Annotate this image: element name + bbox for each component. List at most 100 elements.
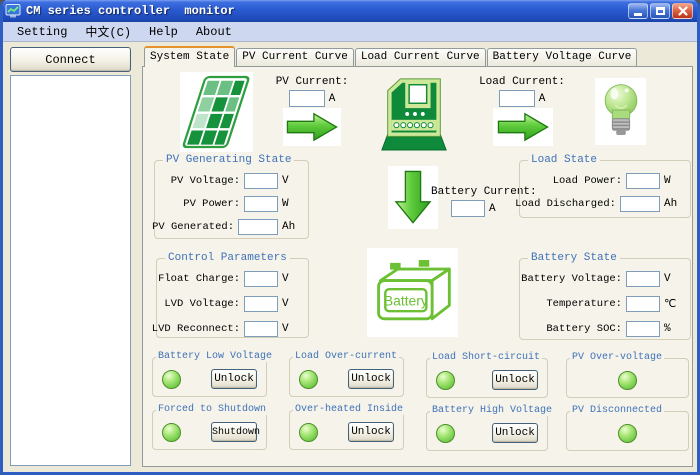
alarm-title: Battery High Voltage bbox=[430, 405, 554, 416]
app-window: CM series controller monitor Setting 中文(… bbox=[0, 0, 700, 475]
status-led-icon bbox=[162, 370, 181, 389]
minimize-button[interactable] bbox=[628, 3, 648, 19]
alarm-title: Load Over-current bbox=[293, 351, 399, 362]
content-area: Connect System State PV Current Curve Lo… bbox=[3, 42, 697, 472]
tab-label: Battery Voltage Curve bbox=[493, 51, 632, 63]
status-led-icon bbox=[436, 371, 455, 390]
window-controls bbox=[628, 3, 693, 19]
tab-control: System State PV Current Curve Load Curre… bbox=[142, 46, 693, 467]
shutdown-button[interactable]: Shutdown bbox=[211, 422, 257, 442]
status-led-icon bbox=[299, 370, 318, 389]
group-title: PV Generating State bbox=[163, 154, 294, 166]
battery-voltage-input[interactable] bbox=[626, 271, 660, 287]
tab-battery-voltage-curve[interactable]: Battery Voltage Curve bbox=[487, 48, 638, 66]
pv-current-label: PV Current: bbox=[266, 76, 358, 88]
lvd-voltage-label: LVD Voltage: bbox=[161, 298, 244, 310]
battery-icon-label: Battery bbox=[383, 292, 427, 308]
alarm-forced-to-shutdown: Forced to Shutdown Shutdown bbox=[152, 410, 267, 450]
float-charge-unit: V bbox=[278, 273, 302, 285]
tab-label: Load Current Curve bbox=[361, 51, 480, 63]
alarm-title: PV Disconnected bbox=[570, 405, 664, 416]
float-charge-input[interactable] bbox=[244, 271, 278, 287]
pv-power-input[interactable] bbox=[244, 196, 278, 212]
unlock-button[interactable]: Unlock bbox=[348, 422, 394, 442]
alarm-over-heated-inside: Over-heated Inside Unlock bbox=[289, 410, 404, 450]
status-led-icon bbox=[299, 423, 318, 442]
system-state-panel: PV Current: A bbox=[142, 66, 693, 467]
maximize-button[interactable] bbox=[650, 3, 670, 19]
battery-soc-unit: % bbox=[660, 323, 684, 335]
tab-label: PV Current Curve bbox=[242, 51, 348, 63]
group-title: Battery State bbox=[528, 252, 620, 264]
connect-button[interactable]: Connect bbox=[10, 47, 131, 72]
battery-voltage-unit: V bbox=[660, 273, 684, 285]
status-led-icon bbox=[162, 423, 181, 442]
load-discharged-unit: Ah bbox=[660, 198, 684, 210]
alarm-title: Load Short-circuit bbox=[430, 352, 542, 363]
menubar: Setting 中文(C) Help About bbox=[0, 22, 700, 42]
tab-pv-current-curve[interactable]: PV Current Curve bbox=[236, 48, 354, 66]
load-power-input[interactable] bbox=[626, 173, 660, 189]
float-charge-label: Float Charge: bbox=[158, 273, 244, 285]
alarm-load-short-circuit: Load Short-circuit Unlock bbox=[426, 358, 548, 398]
lvd-reconnect-input[interactable] bbox=[244, 321, 278, 337]
tab-load-current-curve[interactable]: Load Current Curve bbox=[355, 48, 486, 66]
unlock-button[interactable]: Unlock bbox=[348, 369, 394, 389]
alarm-pv-disconnected: PV Disconnected bbox=[566, 411, 689, 451]
load-current-input[interactable] bbox=[499, 90, 535, 107]
controller-icon bbox=[375, 73, 453, 152]
pv-generated-unit: Ah bbox=[278, 221, 302, 233]
battery-current-input[interactable] bbox=[451, 200, 485, 217]
menu-about[interactable]: About bbox=[187, 23, 241, 41]
battery-voltage-label: Battery Voltage: bbox=[521, 273, 626, 285]
menu-language[interactable]: 中文(C) bbox=[76, 21, 140, 42]
device-list[interactable] bbox=[10, 75, 131, 466]
battery-current-unit: A bbox=[489, 203, 496, 215]
close-button[interactable] bbox=[672, 3, 693, 19]
load-discharged-label: Load Discharged: bbox=[515, 198, 620, 210]
load-current-unit: A bbox=[539, 93, 546, 105]
battery-icon: Battery bbox=[367, 248, 458, 337]
pv-current-input[interactable] bbox=[289, 90, 325, 107]
status-led-icon bbox=[618, 371, 637, 390]
alarm-battery-high-voltage: Battery High Voltage Unlock bbox=[426, 411, 548, 451]
load-current-block: Load Current: A bbox=[476, 76, 568, 107]
group-title: Control Parameters bbox=[165, 252, 290, 264]
alarm-title: Over-heated Inside bbox=[293, 404, 405, 415]
tab-system-state[interactable]: System State bbox=[144, 46, 235, 67]
pv-generated-input[interactable] bbox=[238, 219, 278, 235]
load-discharged-input[interactable] bbox=[620, 196, 660, 212]
battery-soc-input[interactable] bbox=[626, 321, 660, 337]
alarm-title: PV Over-voltage bbox=[570, 352, 664, 363]
lvd-reconnect-label: LVD Reconnect: bbox=[152, 323, 244, 335]
unlock-button[interactable]: Unlock bbox=[211, 369, 257, 389]
pv-voltage-input[interactable] bbox=[244, 173, 278, 189]
pv-voltage-unit: V bbox=[278, 175, 302, 187]
lvd-reconnect-unit: V bbox=[278, 323, 302, 335]
titlebar: CM series controller monitor bbox=[0, 0, 700, 22]
light-bulb-icon bbox=[595, 78, 646, 145]
battery-state-group: Battery State Battery Voltage: V Tempera… bbox=[519, 258, 691, 340]
temperature-input[interactable] bbox=[626, 296, 660, 312]
pv-current-unit: A bbox=[329, 93, 336, 105]
lvd-voltage-unit: V bbox=[278, 298, 302, 310]
status-led-icon bbox=[618, 424, 637, 443]
close-icon bbox=[677, 5, 689, 17]
control-parameters-group: Control Parameters Float Charge: V LVD V… bbox=[156, 258, 309, 338]
pv-generated-label: PV Generated: bbox=[152, 221, 238, 233]
pv-current-block: PV Current: A bbox=[266, 76, 358, 107]
window-title: CM series controller monitor bbox=[26, 4, 628, 18]
alarm-title: Battery Low Voltage bbox=[156, 351, 274, 362]
unlock-button[interactable]: Unlock bbox=[492, 370, 538, 390]
menu-help[interactable]: Help bbox=[140, 23, 187, 41]
menu-setting[interactable]: Setting bbox=[8, 23, 76, 41]
pv-power-label: PV Power: bbox=[159, 198, 244, 210]
unlock-button[interactable]: Unlock bbox=[492, 423, 538, 443]
pv-power-unit: W bbox=[278, 198, 302, 210]
group-title: Load State bbox=[528, 154, 600, 166]
lvd-voltage-input[interactable] bbox=[244, 296, 278, 312]
load-power-label: Load Power: bbox=[524, 175, 626, 187]
pv-generating-state-group: PV Generating State PV Voltage: V PV Pow… bbox=[154, 160, 309, 239]
arrow-right-icon bbox=[283, 108, 341, 146]
load-current-label: Load Current: bbox=[476, 76, 568, 88]
